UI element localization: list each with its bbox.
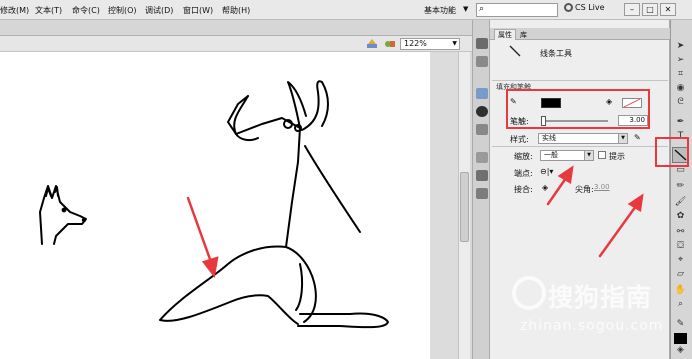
watermark-text: 搜狗指南	[548, 283, 653, 312]
watermark-url: zhinan.sogou.com	[520, 318, 664, 334]
sogou-logo	[512, 276, 546, 310]
